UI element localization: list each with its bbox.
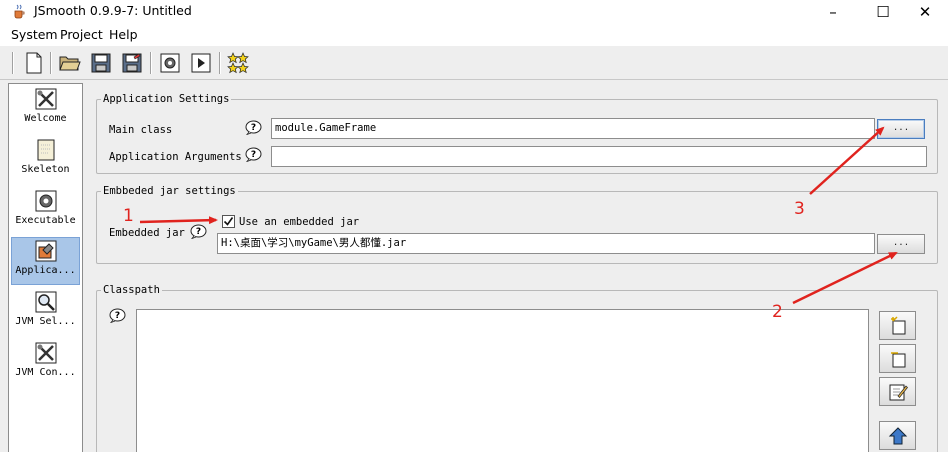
help-icon[interactable]: ? (190, 224, 207, 239)
tools-icon (35, 342, 56, 364)
toolbar-separator (12, 52, 14, 74)
sidebar-item-welcome[interactable]: Welcome (11, 86, 80, 134)
sidebar-item-label: Welcome (24, 113, 67, 124)
svg-text:?: ? (251, 150, 256, 160)
main-class-field[interactable]: module.GameFrame (271, 118, 875, 139)
tools-icon (35, 88, 56, 110)
toolbar (0, 46, 948, 80)
arguments-field[interactable] (271, 146, 927, 167)
group-title: Embbeded jar settings (101, 185, 238, 197)
close-button[interactable]: ✕ (902, 0, 948, 24)
sidebar-item-jvm-selection[interactable]: JVM Sel... (11, 289, 80, 337)
save-icon (91, 53, 111, 72)
annotation-number-1: 1 (123, 206, 134, 226)
minimize-button[interactable]: – (810, 0, 856, 24)
magnifier-icon (35, 291, 56, 313)
group-title: Application Settings (101, 93, 232, 105)
checkmark-icon (223, 217, 234, 226)
svg-text:?: ? (196, 227, 201, 237)
embedded-jar-path-field[interactable]: H:\桌面\学习\myGame\男人都懂.jar (217, 233, 875, 254)
sidebar-item-skeleton[interactable]: Skeleton (11, 137, 80, 185)
sidebar-item-label: JVM Sel... (15, 316, 76, 327)
sidebar-item-label: Executable (15, 215, 76, 226)
window-title: JSmooth 0.9.9-7: Untitled (34, 3, 192, 18)
classpath-list[interactable] (136, 309, 869, 452)
help-icon[interactable]: ? (245, 147, 262, 162)
sidebar: Welcome Skeleton Executable Applica... J… (8, 83, 83, 452)
help-icon[interactable]: ? (245, 120, 262, 135)
open-folder-icon (59, 56, 81, 70)
add-folder-icon (890, 351, 905, 367)
edit-icon (889, 384, 908, 400)
toolbar-separator (219, 52, 221, 74)
java-cup-icon (14, 4, 25, 19)
move-up-icon (888, 426, 907, 444)
sidebar-item-label: JVM Con... (15, 367, 76, 378)
toolbar-separator (50, 52, 52, 74)
classpath-add-button[interactable] (879, 311, 916, 340)
annotation-number-2: 2 (772, 302, 783, 322)
new-file-icon (26, 52, 42, 73)
embedded-jar-checkbox[interactable] (222, 215, 235, 228)
gear-icon (35, 190, 56, 212)
svg-text:?: ? (251, 123, 256, 133)
menu-bar: System Project Help (0, 26, 948, 45)
page-icon (37, 139, 54, 161)
stars-button[interactable] (226, 50, 250, 75)
classpath-edit-button[interactable] (879, 377, 916, 406)
compile-button[interactable] (158, 50, 182, 75)
open-button[interactable] (58, 50, 82, 75)
save-as-button[interactable] (120, 50, 144, 75)
main-class-label: Main class (109, 124, 173, 136)
run-icon (191, 53, 211, 72)
compile-gear-icon (160, 53, 180, 72)
sidebar-item-executable[interactable]: Executable (11, 188, 80, 236)
new-file-button[interactable] (22, 50, 46, 75)
sidebar-item-label: Applica... (15, 265, 76, 276)
classpath-move-up-button[interactable] (879, 421, 916, 450)
menu-help[interactable]: Help (109, 27, 138, 42)
embedded-jar-checkbox-label[interactable]: Use an embedded jar (239, 216, 359, 228)
menu-system[interactable]: System (11, 27, 58, 42)
classpath-add-folder-button[interactable] (879, 344, 916, 373)
save-button[interactable] (89, 50, 113, 75)
save-as-icon (122, 53, 142, 72)
stars-icon (227, 51, 249, 73)
svg-text:?: ? (115, 311, 120, 321)
title-bar: JSmooth 0.9.9-7: Untitled – ☐ ✕ (0, 0, 948, 24)
main-class-browse-button[interactable]: ... (877, 119, 925, 139)
embedded-jar-label: Embedded jar (109, 227, 185, 239)
embedded-jar-browse-button[interactable]: ... (877, 234, 925, 254)
sidebar-item-label: Skeleton (21, 164, 70, 175)
sidebar-item-jvm-configuration[interactable]: JVM Con... (11, 340, 80, 388)
add-item-icon (890, 315, 905, 334)
toolbar-separator (150, 52, 152, 74)
arguments-label: Application Arguments (109, 151, 242, 163)
maximize-button[interactable]: ☐ (860, 0, 906, 24)
sidebar-item-application[interactable]: Applica... (11, 237, 80, 285)
help-icon[interactable]: ? (109, 308, 126, 323)
application-icon (35, 240, 56, 262)
group-title: Classpath (101, 284, 162, 296)
run-button[interactable] (189, 50, 213, 75)
menu-project[interactable]: Project (60, 27, 103, 42)
annotation-number-3: 3 (794, 199, 805, 219)
